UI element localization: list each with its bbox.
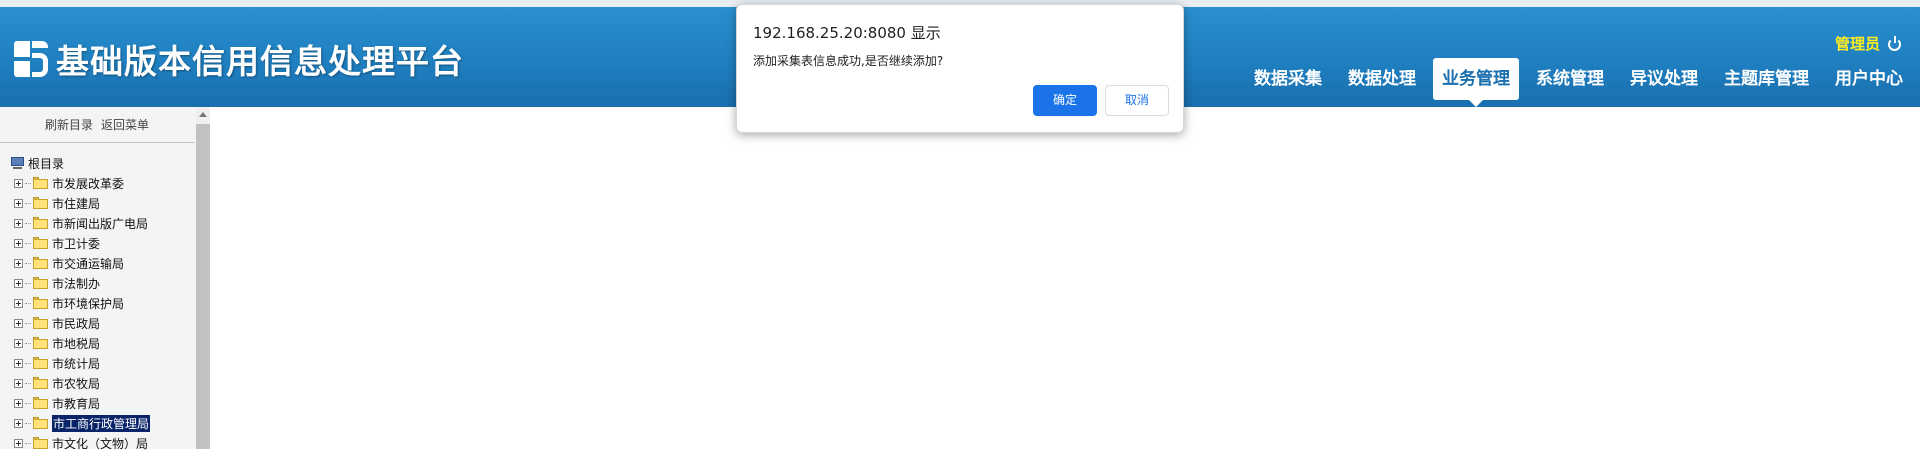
expand-plus-icon[interactable] bbox=[14, 238, 23, 248]
expand-plus-icon[interactable] bbox=[14, 318, 23, 328]
tree-node[interactable]: 市法制办 bbox=[10, 273, 190, 293]
folder-icon bbox=[33, 257, 48, 269]
expand-plus-icon[interactable] bbox=[14, 338, 23, 348]
tree-connector bbox=[25, 282, 31, 284]
computer-icon bbox=[10, 157, 25, 169]
expand-plus-icon[interactable] bbox=[14, 418, 23, 428]
expand-plus-icon[interactable] bbox=[14, 218, 23, 228]
tree-node-label[interactable]: 市卫计委 bbox=[52, 235, 100, 252]
folder-icon bbox=[33, 197, 48, 209]
tree-node[interactable]: 市文化（文物）局 bbox=[10, 433, 190, 453]
app-title: 基础版本信用信息处理平台 bbox=[56, 42, 464, 81]
tree-node-label[interactable]: 市民政局 bbox=[52, 315, 100, 332]
tree-node-label[interactable]: 市发展改革委 bbox=[52, 175, 124, 192]
nav-item-2[interactable]: 业务管理 bbox=[1433, 58, 1519, 107]
folder-icon bbox=[33, 437, 48, 449]
tree-node[interactable]: 市发展改革委 bbox=[10, 173, 190, 193]
tree-connector bbox=[25, 302, 31, 304]
folder-icon bbox=[33, 337, 48, 349]
expand-plus-icon[interactable] bbox=[14, 438, 23, 448]
dialog-message: 添加采集表信息成功,是否继续添加? bbox=[753, 54, 944, 68]
tree-node[interactable]: 市地税局 bbox=[10, 333, 190, 353]
folder-icon bbox=[33, 237, 48, 249]
expand-plus-icon[interactable] bbox=[14, 398, 23, 408]
expand-plus-icon[interactable] bbox=[14, 198, 23, 208]
tree-connector bbox=[25, 242, 31, 244]
tree-connector bbox=[25, 402, 31, 404]
expand-plus-icon[interactable] bbox=[14, 378, 23, 388]
nav-item-0[interactable]: 数据采集 bbox=[1245, 58, 1331, 100]
tree-connector bbox=[25, 382, 31, 384]
folder-icon bbox=[33, 217, 48, 229]
expand-plus-icon[interactable] bbox=[14, 298, 23, 308]
tree-node[interactable]: 市教育局 bbox=[10, 393, 190, 413]
folder-icon bbox=[33, 317, 48, 329]
tree-node-label[interactable]: 市教育局 bbox=[52, 395, 100, 412]
tree-connector bbox=[25, 182, 31, 184]
tree-node-label[interactable]: 市交通运输局 bbox=[52, 255, 124, 272]
tree-connector bbox=[25, 442, 31, 444]
nav-item-3[interactable]: 系统管理 bbox=[1527, 58, 1613, 100]
tree-node[interactable]: 市农牧局 bbox=[10, 373, 190, 393]
folder-icon bbox=[33, 177, 48, 189]
scroll-up-arrow-icon[interactable] bbox=[199, 112, 207, 117]
confirm-dialog: 192.168.25.20:8080 显示 添加采集表信息成功,是否继续添加? … bbox=[736, 4, 1184, 133]
tree-node[interactable]: 市卫计委 bbox=[10, 233, 190, 253]
refresh-directory-link[interactable]: 刷新目录 bbox=[45, 116, 93, 133]
cancel-button[interactable]: 取消 bbox=[1105, 85, 1169, 116]
nav-item-6[interactable]: 用户中心 bbox=[1826, 58, 1912, 100]
tree-node-label[interactable]: 市环境保护局 bbox=[52, 295, 124, 312]
tree-node-label[interactable]: 市新闻出版广电局 bbox=[52, 215, 148, 232]
tree-node[interactable]: 市民政局 bbox=[10, 313, 190, 333]
tree-node[interactable]: 市交通运输局 bbox=[10, 253, 190, 273]
tree-node-label[interactable]: 市工商行政管理局 bbox=[52, 414, 151, 432]
folder-icon bbox=[33, 417, 48, 429]
back-to-menu-link[interactable]: 返回菜单 bbox=[101, 116, 149, 133]
folder-icon bbox=[33, 357, 48, 369]
expand-plus-icon[interactable] bbox=[14, 278, 23, 288]
tree-connector bbox=[25, 362, 31, 364]
nav-item-4[interactable]: 异议处理 bbox=[1621, 58, 1707, 100]
logo: 基础版本信用信息处理平台 bbox=[12, 37, 464, 81]
main-nav: 数据采集 数据处理 业务管理 系统管理 异议处理 主题库管理 用户中心 bbox=[1237, 58, 1912, 107]
tree-node[interactable]: 市统计局 bbox=[10, 353, 190, 373]
tree-connector bbox=[25, 202, 31, 204]
folder-icon bbox=[33, 377, 48, 389]
dialog-title: 192.168.25.20:8080 显示 bbox=[753, 24, 941, 42]
power-icon[interactable] bbox=[1888, 35, 1902, 51]
tree-connector bbox=[25, 342, 31, 344]
tree-node[interactable]: 市工商行政管理局 bbox=[10, 413, 190, 433]
user-area: 管理员 bbox=[1835, 33, 1902, 54]
nav-item-5[interactable]: 主题库管理 bbox=[1715, 58, 1818, 100]
tree-root[interactable]: 根目录 bbox=[10, 153, 190, 173]
ok-button[interactable]: 确定 bbox=[1033, 85, 1097, 116]
sidebar: 刷新目录 返回菜单 根目录 市发展改革委 市住建局市新闻出版广电局 市卫计委市交通运… bbox=[0, 107, 210, 451]
tree-connector bbox=[25, 322, 31, 324]
tree-node-label[interactable]: 市统计局 bbox=[52, 355, 100, 372]
expand-plus-icon[interactable] bbox=[14, 178, 23, 188]
tree-connector bbox=[25, 262, 31, 264]
tree-node-label[interactable]: 市农牧局 bbox=[52, 375, 100, 392]
folder-icon bbox=[33, 297, 48, 309]
sidebar-toolbar: 刷新目录 返回菜单 bbox=[0, 107, 194, 143]
directory-tree: 根目录 市发展改革委 市住建局市新闻出版广电局 市卫计委市交通运输局 市法制办市环境保… bbox=[10, 153, 190, 453]
folder-icon bbox=[33, 397, 48, 409]
sidebar-scrollbar[interactable] bbox=[196, 107, 210, 449]
tree-connector bbox=[25, 222, 31, 224]
expand-plus-icon[interactable] bbox=[14, 358, 23, 368]
tree-root-label[interactable]: 根目录 bbox=[28, 155, 64, 172]
tree-connector bbox=[25, 422, 31, 424]
scrollbar-thumb[interactable] bbox=[196, 124, 210, 449]
tree-node-label[interactable]: 市住建局 bbox=[52, 195, 100, 212]
user-name[interactable]: 管理员 bbox=[1835, 33, 1880, 54]
folder-icon bbox=[33, 277, 48, 289]
tree-node-label[interactable]: 市法制办 bbox=[52, 275, 100, 292]
expand-plus-icon[interactable] bbox=[14, 258, 23, 268]
logo-icon bbox=[12, 39, 50, 79]
nav-item-1[interactable]: 数据处理 bbox=[1339, 58, 1425, 100]
tree-node[interactable]: 市住建局 bbox=[10, 193, 190, 213]
tree-node[interactable]: 市环境保护局 bbox=[10, 293, 190, 313]
tree-node-label[interactable]: 市地税局 bbox=[52, 335, 100, 352]
tree-node[interactable]: 市新闻出版广电局 bbox=[10, 213, 190, 233]
